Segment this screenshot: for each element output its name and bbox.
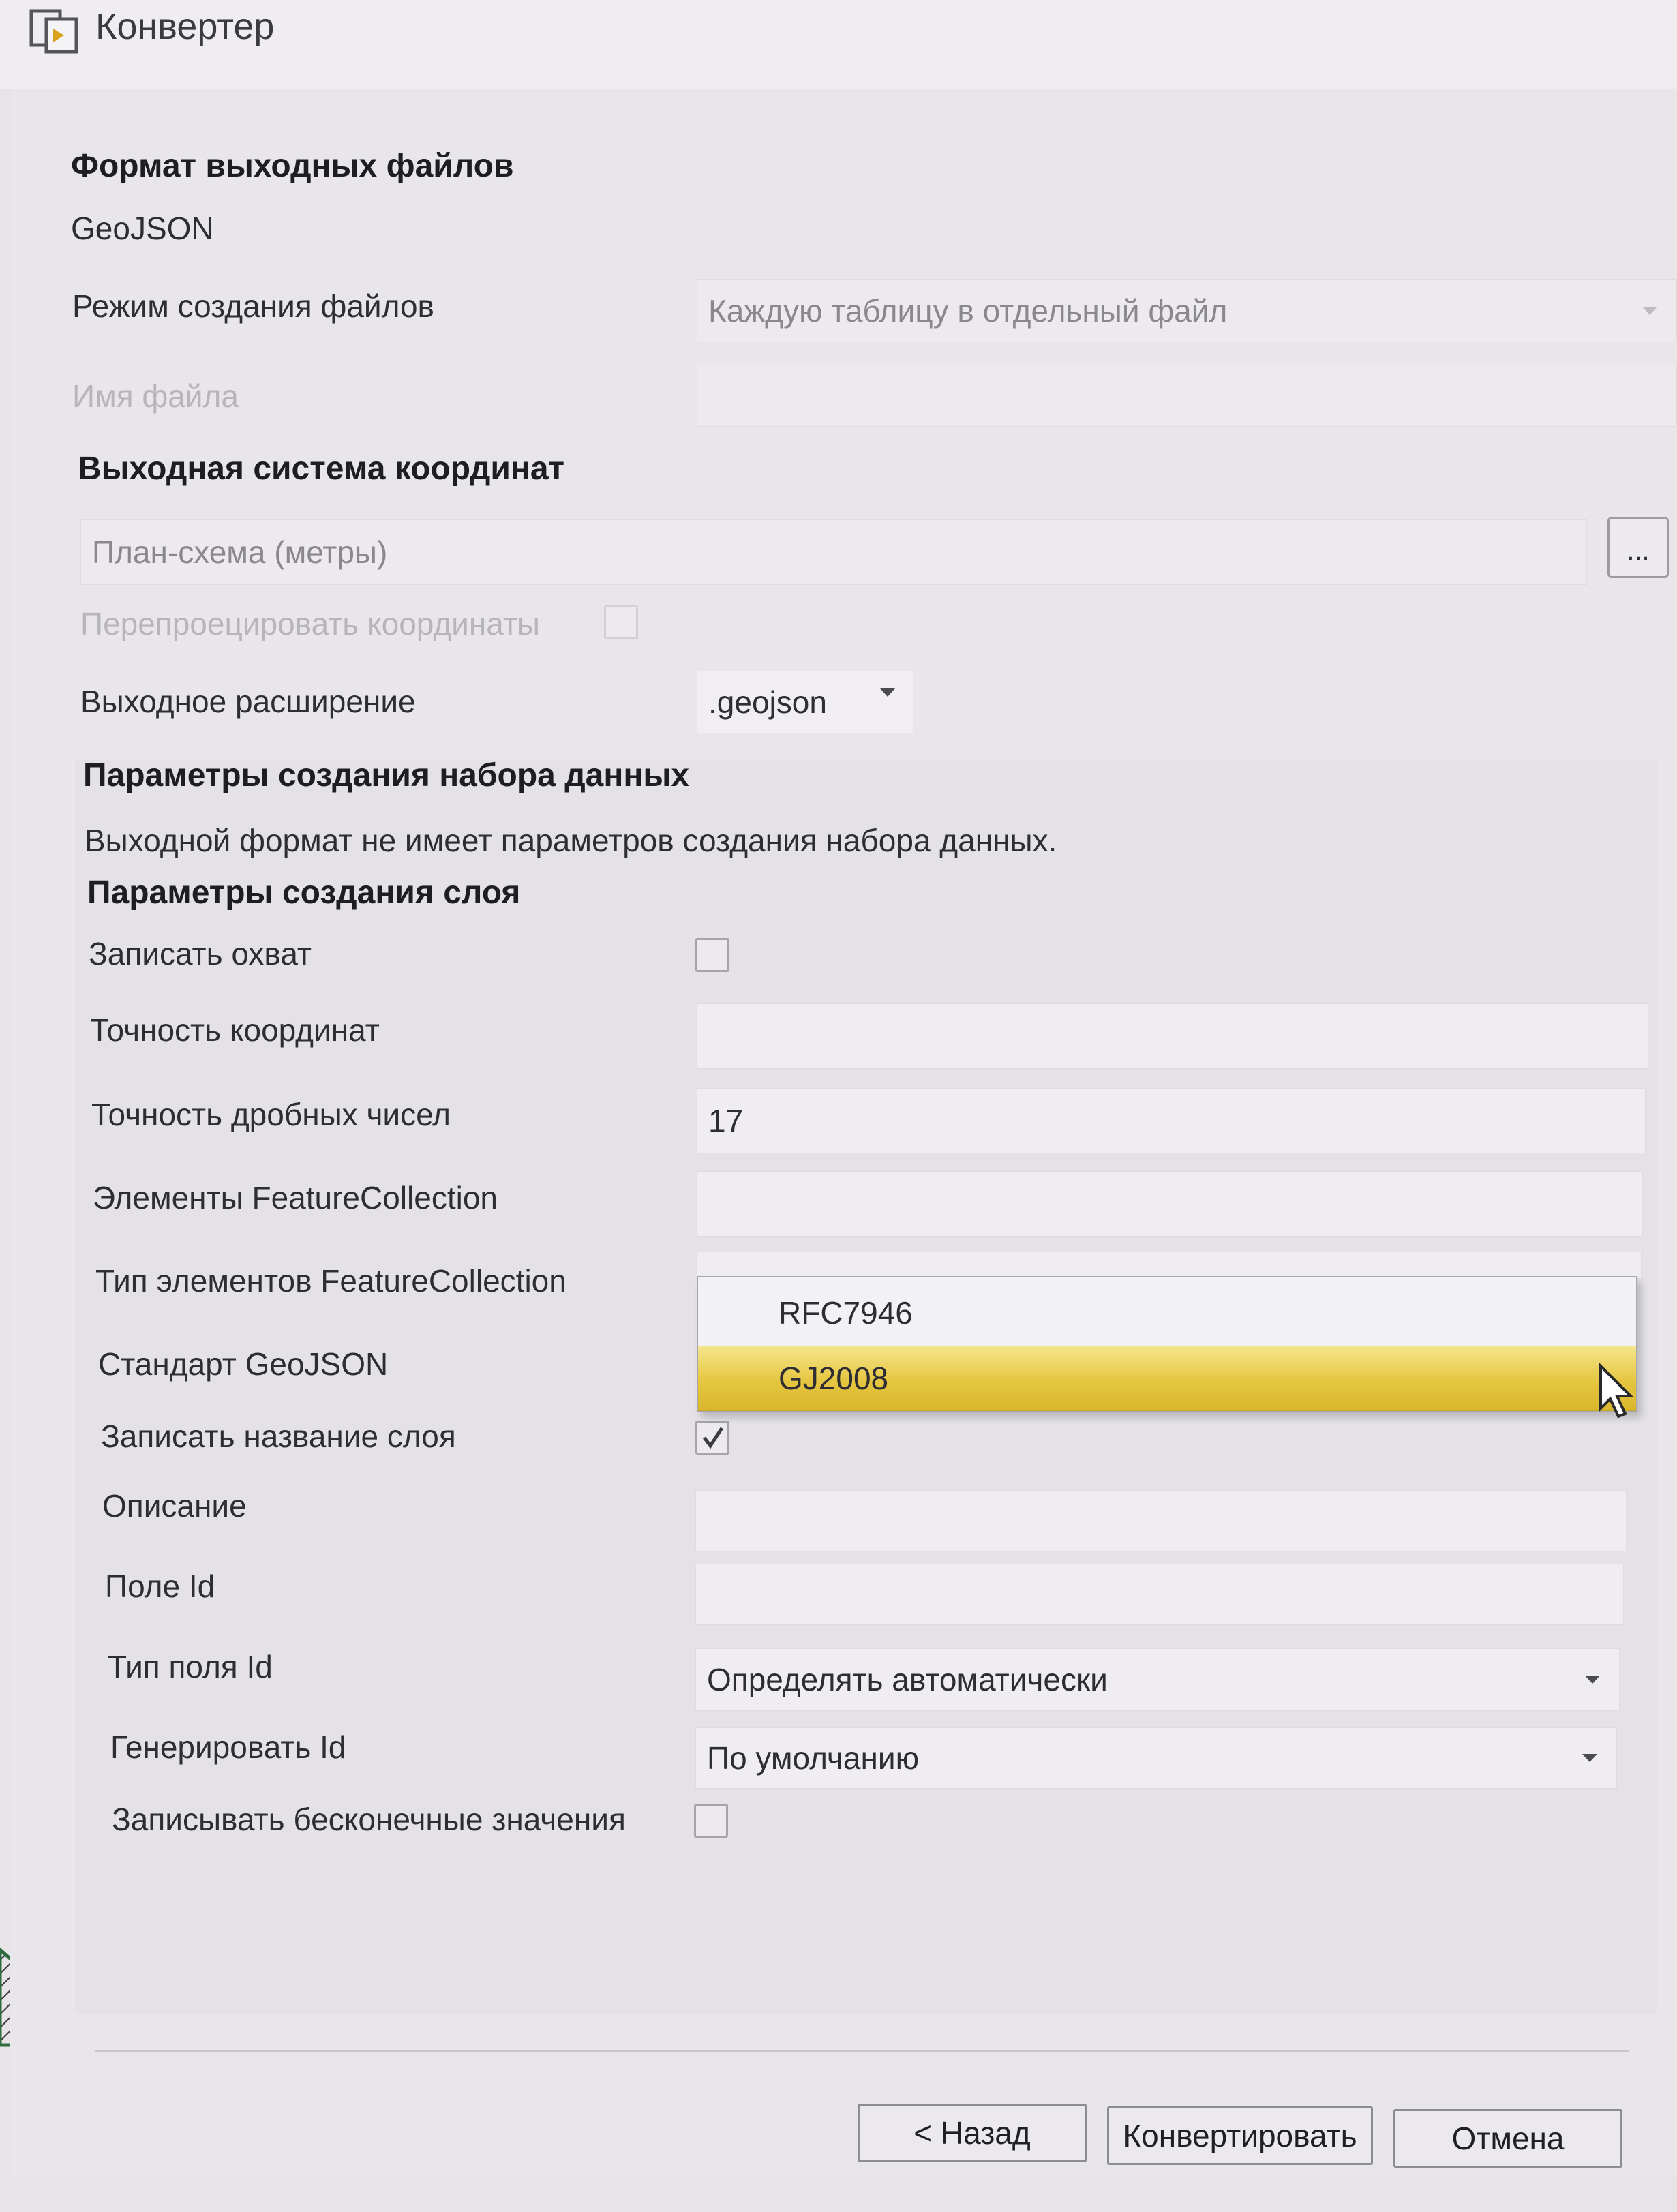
significant-figures-input[interactable]: 17 [697,1088,1646,1153]
id-type-label: Тип поля Id [108,1649,273,1684]
generate-id-value: По умолчанию [707,1740,920,1776]
dataset-params-note: Выходной формат не имеет параметров созд… [85,823,1057,858]
description-label: Описание [102,1488,247,1524]
chevron-down-icon [1582,1754,1597,1762]
coord-precision-input[interactable] [697,1003,1648,1069]
window-title: Конвертер [95,6,275,47]
output-format-heading: Формат выходных файлов [71,148,514,184]
output-format-value: GeoJSON [71,211,214,246]
crs-field[interactable]: План-схема (метры) [80,519,1587,585]
extension-label: Выходное расширение [80,684,416,719]
fc-members-label: Элементы FeatureCollection [93,1180,498,1215]
layer-params-heading: Параметры создания слоя [87,875,521,911]
file-mode-label: Режим создания файлов [72,288,434,324]
mouse-cursor-icon [1599,1363,1634,1419]
description-input[interactable] [695,1490,1627,1551]
write-nonfinite-label: Записывать бесконечные значения [112,1802,626,1837]
write-nonfinite-checkbox[interactable] [694,1804,728,1838]
chevron-down-icon [880,688,895,697]
filename-input[interactable] [697,363,1677,427]
coord-precision-label: Точность координат [90,1012,380,1048]
back-button[interactable]: < Назад [858,2104,1087,2162]
crs-heading: Выходная система координат [78,451,565,487]
converter-app-icon [29,9,78,54]
id-type-select[interactable]: Определять автоматически [695,1648,1620,1711]
dropdown-option-gj2008[interactable]: GJ2008 [698,1346,1636,1411]
generate-id-label: Генерировать Id [110,1729,346,1765]
extension-value: .geojson [708,684,827,720]
generate-id-select[interactable]: По умолчанию [695,1727,1617,1789]
filename-label: Имя файла [72,378,239,414]
extension-select[interactable]: .geojson [697,671,913,733]
reproject-checkbox[interactable] [604,605,638,639]
write-layer-name-checkbox[interactable] [695,1421,729,1455]
fc-type-label: Тип элементов FeatureCollection [95,1263,566,1299]
id-field-input[interactable] [695,1564,1624,1625]
file-mode-select[interactable]: Каждую таблицу в отдельный файл [697,279,1677,342]
write-bbox-checkbox[interactable] [695,938,729,972]
fc-type-select[interactable] [697,1252,1642,1279]
cancel-button[interactable]: Отмена [1393,2109,1622,2168]
crs-browse-button[interactable]: ... [1607,517,1669,578]
geojson-standard-dropdown-list: RFC7946 GJ2008 [697,1276,1637,1412]
id-field-label: Поле Id [105,1569,215,1604]
write-bbox-label: Записать охват [89,936,312,971]
id-type-value: Определять автоматически [707,1662,1108,1697]
file-mode-value: Каждую таблицу в отдельный файл [708,293,1228,329]
title-bar: Конвертер [0,0,1677,89]
reproject-label: Перепроецировать координаты [80,606,540,641]
dropdown-option-rfc7946[interactable]: RFC7946 [698,1280,1636,1346]
buttons-separator [95,2050,1629,2052]
geojson-standard-label: Стандарт GeoJSON [98,1346,389,1382]
chevron-down-icon [1585,1676,1600,1684]
dataset-params-heading: Параметры создания набора данных [83,757,690,793]
significant-figures-label: Точность дробных чисел [91,1097,451,1132]
fc-members-input[interactable] [697,1171,1643,1237]
chevron-down-icon [1642,307,1657,315]
checkmark-icon [703,1427,724,1449]
write-layer-name-label: Записать название слоя [101,1419,456,1454]
convert-button[interactable]: Конвертировать [1107,2106,1373,2165]
